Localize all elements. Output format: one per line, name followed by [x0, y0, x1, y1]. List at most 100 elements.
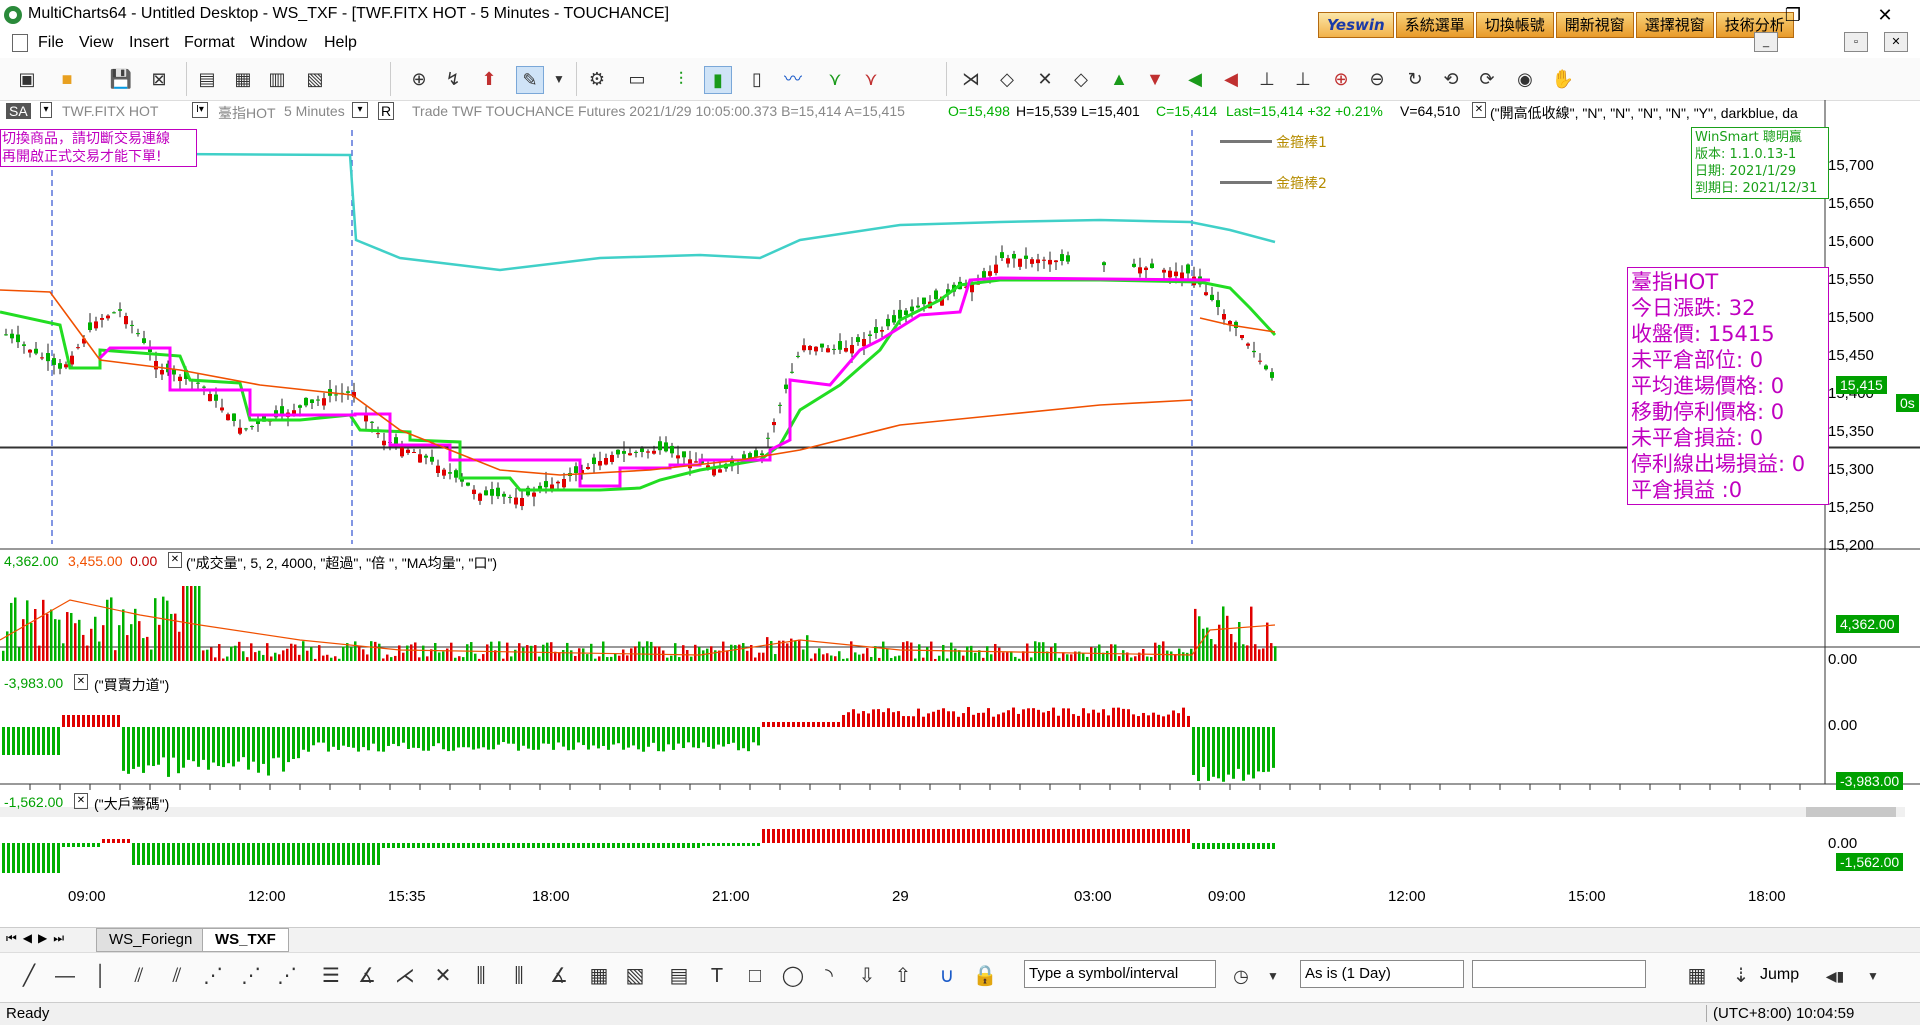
mode-badge[interactable]: R: [378, 102, 395, 120]
settings-gear-icon[interactable]: ⚙: [584, 66, 610, 92]
zoom-out-icon[interactable]: ⊖: [1364, 66, 1390, 92]
candlestick-icon[interactable]: ▮: [704, 66, 732, 94]
cross-icon[interactable]: ✕: [1032, 66, 1058, 92]
scroll-left-icon[interactable]: ◀▮: [1820, 962, 1850, 990]
mdi-restore-button[interactable]: ▫: [1844, 32, 1868, 52]
symbol-dropdown[interactable]: ▾: [40, 102, 52, 118]
close-doc-icon[interactable]: ⊠: [146, 66, 172, 92]
dom-icon[interactable]: ▥: [264, 66, 290, 92]
hollow-candle-icon[interactable]: ▯: [744, 66, 770, 92]
refresh-icon[interactable]: ↻: [1402, 66, 1428, 92]
chart-window-icon[interactable]: ▤: [194, 66, 220, 92]
insert-study-icon[interactable]: ⊕: [406, 66, 432, 92]
vertical-line-icon[interactable]: │: [86, 962, 116, 990]
buy-arrow-icon[interactable]: ⋎: [822, 66, 848, 92]
ellipse-icon[interactable]: ◯: [778, 962, 808, 990]
zoom-in-icon[interactable]: ⊕: [1328, 66, 1354, 92]
candle-body: [160, 370, 164, 375]
gann-grid-icon[interactable]: ▧: [620, 962, 650, 990]
anchor2-icon[interactable]: ⊥: [1290, 66, 1316, 92]
grid-icon[interactable]: ▦: [584, 962, 614, 990]
fib-retracement-icon[interactable]: ☰: [316, 962, 346, 990]
interval-dropdown[interactable]: I▾: [192, 102, 208, 118]
menu-file[interactable]: File: [38, 34, 64, 52]
interval-menu-button[interactable]: ▾: [352, 102, 368, 118]
symbol-interval-input[interactable]: Type a symbol/interval: [1024, 960, 1216, 988]
insert-drawing-icon[interactable]: ↯: [440, 66, 466, 92]
fib-arc-icon[interactable]: ✕: [428, 962, 458, 990]
gann-icon[interactable]: ⋰: [198, 962, 228, 990]
menu-insert[interactable]: Insert: [129, 34, 169, 52]
restore-window-button[interactable]: ❐: [1770, 2, 1816, 28]
mdi-minimize-button[interactable]: _: [1754, 32, 1778, 52]
tab-ws-foriegn[interactable]: WS_Foriegn: [96, 928, 206, 952]
hand-icon[interactable]: ✋: [1550, 66, 1576, 92]
more-dropdown-icon[interactable]: ▼: [1858, 962, 1888, 990]
arrow-down-icon[interactable]: ⇩: [852, 962, 882, 990]
speed-line-icon[interactable]: ∡: [544, 962, 574, 990]
dropdown-arrow-icon[interactable]: ▼: [546, 66, 572, 92]
open-folder-icon[interactable]: ■: [54, 66, 80, 92]
resolution-select[interactable]: As is (1 Day): [1300, 960, 1464, 988]
clock-icon[interactable]: ◷: [1226, 962, 1256, 990]
insert-signal-icon[interactable]: ⬆: [476, 66, 502, 92]
channel-icon[interactable]: ⫽: [124, 962, 154, 990]
force-study-close-icon[interactable]: ✕: [74, 674, 88, 690]
calendar-icon[interactable]: ▦: [1682, 962, 1712, 990]
clock-dropdown-icon[interactable]: ▼: [1258, 962, 1288, 990]
big-player-close-icon[interactable]: ✕: [74, 793, 88, 809]
diamond-icon[interactable]: ◇: [1068, 66, 1094, 92]
chart-canvas[interactable]: [0, 100, 1920, 927]
reload-icon[interactable]: ⟲: [1438, 66, 1464, 92]
tab-ws-txf[interactable]: WS_TXF: [202, 928, 289, 952]
date-input[interactable]: [1472, 960, 1646, 988]
down-arrow-icon[interactable]: ▼: [1142, 66, 1168, 92]
edit-pencil-icon[interactable]: ✎: [516, 66, 544, 94]
mdi-close-button[interactable]: ✕: [1884, 32, 1908, 52]
zoom-in-x-icon[interactable]: ⋊: [958, 66, 984, 92]
new-chart-icon[interactable]: ▣: [14, 66, 40, 92]
redo-icon[interactable]: ⟳: [1474, 66, 1500, 92]
study-close-icon[interactable]: ✕: [1472, 102, 1486, 118]
magnet-icon[interactable]: ∪: [932, 962, 962, 990]
lock-icon[interactable]: 🔒: [970, 962, 1000, 990]
left-arrow-icon[interactable]: ◀: [1182, 66, 1208, 92]
menu-format[interactable]: Format: [184, 34, 235, 52]
hide-icon[interactable]: ◉: [1512, 66, 1538, 92]
fan-icon[interactable]: ⋰: [236, 962, 266, 990]
report-icon[interactable]: ▧: [302, 66, 328, 92]
fib-extension-icon[interactable]: ⋌: [390, 962, 420, 990]
trendline-icon[interactable]: ╱: [14, 962, 44, 990]
horizontal-line-icon[interactable]: ―: [50, 962, 80, 990]
text-tool-icon[interactable]: T: [702, 962, 732, 990]
jump-icon[interactable]: ⇣: [1726, 962, 1756, 990]
rectangle-icon[interactable]: □: [740, 962, 770, 990]
zoom-out-x-icon[interactable]: ◇: [994, 66, 1020, 92]
bar-chart-icon[interactable]: ⫶: [668, 66, 694, 92]
line-chart-icon[interactable]: 〰: [780, 66, 806, 92]
tab-nav-arrows[interactable]: ⏮◀▶⏭: [6, 931, 70, 946]
time-zone-icon[interactable]: ⫼: [504, 962, 534, 990]
arc-icon[interactable]: ◝: [814, 962, 844, 990]
close-window-button[interactable]: ✕: [1862, 2, 1908, 28]
up-arrow-icon[interactable]: ▲: [1106, 66, 1132, 92]
menu-help[interactable]: Help: [324, 34, 357, 52]
sell-arrow-icon[interactable]: ⋎: [858, 66, 884, 92]
fib-fan-icon[interactable]: ⋰: [272, 962, 302, 990]
scanner-icon[interactable]: ▦: [230, 66, 256, 92]
calculator-icon[interactable]: ▤: [664, 962, 694, 990]
sa-badge[interactable]: SA: [6, 103, 31, 119]
volume-study-close-icon[interactable]: ✕: [168, 552, 182, 568]
save-icon[interactable]: 💾: [108, 66, 134, 92]
pitchfork-icon[interactable]: ⫽: [162, 962, 192, 990]
arrow-up-icon[interactable]: ⇧: [888, 962, 918, 990]
menu-window[interactable]: Window: [250, 34, 307, 52]
format-window-icon[interactable]: ▭: [624, 66, 650, 92]
left-arrow-red-icon[interactable]: ◀: [1218, 66, 1244, 92]
menu-view[interactable]: View: [79, 34, 113, 52]
anchor-icon[interactable]: ⊥: [1254, 66, 1280, 92]
fib-angle-icon[interactable]: ∡: [352, 962, 382, 990]
big-player-bar: [1027, 829, 1030, 843]
fib-time-icon[interactable]: ⫼: [466, 962, 496, 990]
jump-button[interactable]: Jump: [1760, 966, 1799, 984]
